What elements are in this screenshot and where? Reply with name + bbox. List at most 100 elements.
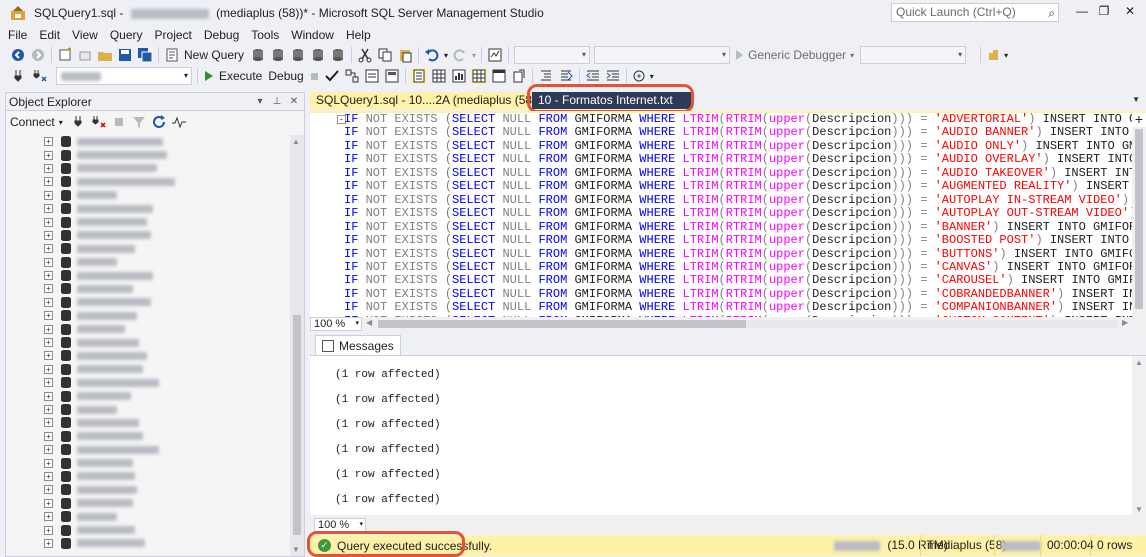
redo-icon[interactable] <box>452 47 468 63</box>
expand-icon[interactable]: + <box>44 284 53 294</box>
tree-node-database[interactable]: + <box>6 296 291 309</box>
window-position-icon[interactable]: ▾ <box>253 96 267 107</box>
code-line[interactable]: IF NOT EXISTS (SELECT NULL FROM GMIFORMA… <box>344 139 1146 153</box>
menu-query[interactable]: Query <box>104 27 149 43</box>
expand-icon[interactable]: + <box>44 405 53 414</box>
tree-node-database[interactable]: + <box>6 456 291 469</box>
code-line[interactable]: IF NOT EXISTS (SELECT NULL FROM GMIFORMA… <box>344 260 1146 274</box>
editor-vertical-scrollbar[interactable]: + <box>1132 113 1146 317</box>
execute-icon[interactable] <box>203 68 215 84</box>
analysis-query-icon[interactable] <box>270 47 286 63</box>
dmx-query-icon[interactable] <box>310 47 326 63</box>
expand-icon[interactable]: + <box>44 137 53 147</box>
change-connection-icon[interactable] <box>32 68 48 84</box>
scrollbar-thumb[interactable] <box>293 315 301 535</box>
intellisense-icon[interactable] <box>384 68 400 84</box>
code-line[interactable]: IF NOT EXISTS (SELECT NULL FROM GMIFORMA… <box>344 166 1146 180</box>
debugger-dropdown-icon[interactable]: ▾ <box>850 51 854 60</box>
tree-node-database[interactable]: + <box>6 135 291 148</box>
expand-icon[interactable]: + <box>44 324 53 334</box>
undo-dropdown-icon[interactable]: ▾ <box>444 51 448 60</box>
tree-node-database[interactable]: + <box>6 523 291 536</box>
results-zoom-dropdown[interactable]: 100 % ▾ <box>314 517 366 532</box>
save-all-icon[interactable] <box>137 47 153 63</box>
tab-messages[interactable]: Messages <box>315 335 401 355</box>
new-query-icon[interactable] <box>164 47 180 63</box>
messages-pane[interactable]: (1 row affected) (1 row affected) (1 row a… <box>310 355 1146 515</box>
quick-launch-input[interactable]: Quick Launch (Ctrl+Q) ⌕ <box>891 3 1059 22</box>
expand-icon[interactable]: + <box>44 177 53 187</box>
execute-button[interactable]: Execute <box>219 69 262 83</box>
tree-node-database[interactable]: + <box>6 537 291 550</box>
save-icon[interactable] <box>117 47 133 63</box>
tree-node-database[interactable]: + <box>6 349 291 362</box>
tree-node-database[interactable]: + <box>6 282 291 295</box>
live-query-stats-icon[interactable] <box>431 68 447 84</box>
database-engine-query-icon[interactable] <box>250 47 266 63</box>
add-item-icon[interactable] <box>77 47 93 63</box>
stop-icon[interactable] <box>111 114 127 130</box>
tree-node-database[interactable]: + <box>6 202 291 215</box>
sql-editor[interactable]: - IF NOT EXISTS (SELECT NULL FROM GMIFOR… <box>310 111 1146 317</box>
expand-icon[interactable]: + <box>44 351 53 361</box>
messages-scrollbar[interactable]: ▲ ▼ <box>1132 356 1146 515</box>
undo-icon[interactable] <box>424 47 440 63</box>
code-line[interactable]: IF NOT EXISTS (SELECT NULL FROM GMIFORMA… <box>344 126 1146 139</box>
connect-object-explorer-icon[interactable] <box>71 114 87 130</box>
increase-indent-icon[interactable] <box>605 68 621 84</box>
split-editor-icon[interactable]: + <box>1132 113 1146 127</box>
code-line[interactable]: IF NOT EXISTS (SELECT NULL FROM GMIFORMA… <box>344 220 1146 234</box>
code-line[interactable]: IF NOT EXISTS (SELECT NULL FROM GMIFORMA… <box>344 274 1146 287</box>
tree-node-database[interactable]: + <box>6 336 291 349</box>
new-query-button[interactable]: New Query <box>184 48 244 62</box>
toolbar-overflow-icon[interactable]: ▾ <box>1004 51 1008 60</box>
editor-horizontal-scrollbar[interactable] <box>378 320 1118 328</box>
tree-node-database[interactable]: + <box>6 189 291 202</box>
results-to-text-icon[interactable] <box>470 68 487 84</box>
menu-project[interactable]: Project <box>149 27 198 43</box>
tree-node-database[interactable]: + <box>6 389 291 402</box>
code-line[interactable]: IF NOT EXISTS (SELECT NULL FROM GMIFORMA… <box>344 247 1146 261</box>
tree-node-database[interactable]: + <box>6 403 291 416</box>
tree-node-database[interactable]: + <box>6 148 291 161</box>
mdx-query-icon[interactable] <box>290 47 306 63</box>
close-panel-icon[interactable]: ✕ <box>287 96 301 107</box>
copy-icon[interactable] <box>377 47 393 63</box>
scrollbar-thumb[interactable] <box>378 320 746 328</box>
find-dropdown[interactable]: ▾ <box>860 46 967 64</box>
connect-button[interactable]: Connect <box>10 115 55 129</box>
menu-debug[interactable]: Debug <box>198 27 245 43</box>
generic-debugger-button[interactable]: Generic Debugger <box>748 48 846 62</box>
open-folder-icon[interactable] <box>97 47 113 63</box>
tree-node-database[interactable]: + <box>6 470 291 483</box>
tree-node-database[interactable]: + <box>6 416 291 429</box>
auto-hide-pin-icon[interactable]: ⊥ <box>270 96 284 107</box>
tree-node-database[interactable]: + <box>6 483 291 496</box>
tree-node-database[interactable]: + <box>6 242 291 255</box>
expand-icon[interactable]: + <box>44 204 53 214</box>
available-databases-dropdown[interactable]: ▾ <box>56 67 192 85</box>
tab-overflow-icon[interactable]: ▼ <box>1132 95 1140 104</box>
code-line[interactable]: IF NOT EXISTS (SELECT NULL FROM GMIFORMA… <box>344 113 1146 126</box>
scroll-left-icon[interactable]: ◀ <box>366 318 372 327</box>
expand-icon[interactable]: + <box>44 364 53 374</box>
close-button[interactable]: ✕ <box>1114 0 1146 22</box>
tree-node-database[interactable]: + <box>6 510 291 523</box>
menu-window[interactable]: Window <box>285 27 340 43</box>
tree-node-database[interactable]: + <box>6 443 291 456</box>
paste-icon[interactable] <box>397 47 413 63</box>
code-line[interactable]: IF NOT EXISTS (SELECT NULL FROM GMIFORMA… <box>344 301 1146 314</box>
expand-icon[interactable]: + <box>44 525 53 535</box>
expand-icon[interactable]: + <box>44 190 53 200</box>
expand-icon[interactable]: + <box>44 445 53 455</box>
back-icon[interactable] <box>10 47 26 63</box>
expand-icon[interactable]: + <box>44 311 53 321</box>
object-explorer-scrollbar[interactable]: ▲ ▼ <box>290 135 304 556</box>
connect-dropdown-icon[interactable]: ▾ <box>59 118 63 127</box>
query-options-icon[interactable] <box>364 68 380 84</box>
code-line[interactable]: IF NOT EXISTS (SELECT NULL FROM GMIFORMA… <box>344 206 1146 220</box>
connect-icon[interactable] <box>12 68 28 84</box>
menu-help[interactable]: Help <box>340 27 377 43</box>
expand-icon[interactable]: + <box>44 538 53 548</box>
scroll-up-icon[interactable]: ▲ <box>1135 358 1143 367</box>
